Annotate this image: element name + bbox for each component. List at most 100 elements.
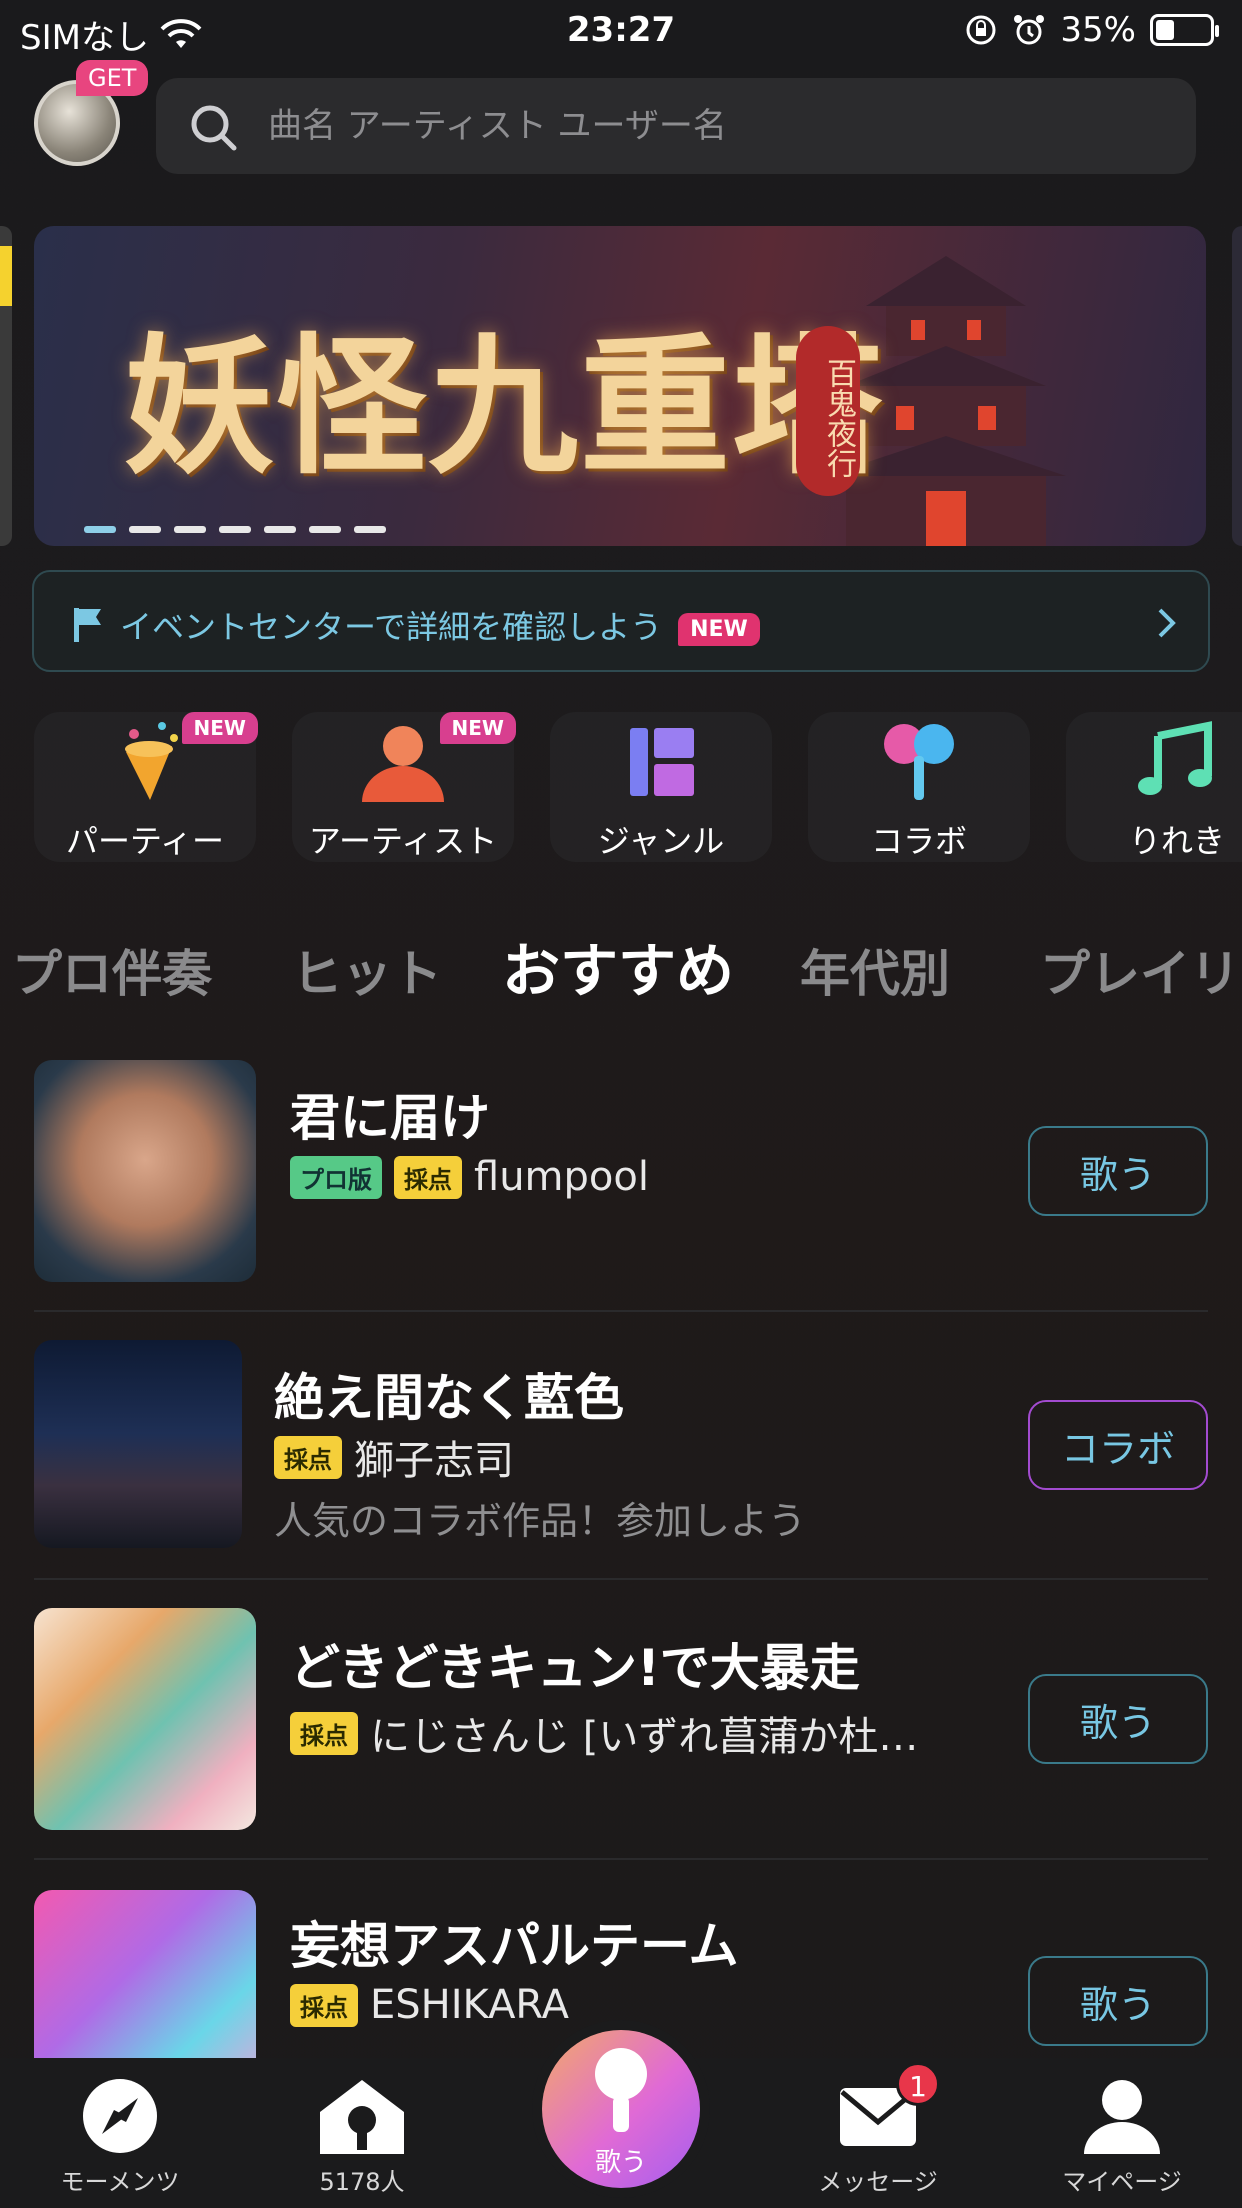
nav-label: マイページ [1062, 2168, 1182, 2196]
song-tabs: プロ伴奏 ヒット おすすめ 年代別 プレイリ [0, 924, 1242, 1006]
score-tag: 採点 [290, 1983, 358, 2027]
banner-dot [129, 526, 161, 533]
category-party[interactable]: NEW パーティー [34, 712, 258, 862]
sing-button[interactable]: 歌う [1028, 1126, 1208, 1216]
alarm-icon [1014, 15, 1045, 45]
tab-pro-accompaniment[interactable]: プロ伴奏 [12, 934, 212, 1006]
sing-label: 歌う [594, 2148, 647, 2178]
category-collab[interactable]: コラボ [808, 712, 1030, 862]
event-banner[interactable]: 妖怪九重塔 百鬼夜行 [34, 226, 1206, 546]
song-artist: flumpool [474, 1154, 649, 1200]
previous-banner-peek[interactable] [0, 226, 12, 546]
message-count-badge: 1 [896, 2062, 940, 2106]
new-badge: NEW [678, 612, 760, 646]
person-icon [1084, 2080, 1160, 2154]
new-badge: NEW [439, 712, 516, 744]
banner-dot [309, 526, 341, 533]
tab-by-era[interactable]: 年代別 [800, 934, 950, 1006]
sing-center-button[interactable]: 歌う [542, 2030, 700, 2188]
song-thumbnail [34, 1060, 256, 1282]
song-title: 絶え間なく藍色 [274, 1369, 624, 1427]
search-input[interactable] [268, 100, 1148, 152]
song-meta: 採点 ESHIKARA [290, 1982, 569, 2028]
rotation-lock-icon [966, 15, 996, 45]
category-label: コラボ [870, 822, 967, 860]
song-title: 君に届け [290, 1089, 490, 1147]
song-artist: にじさんじ [いずれ菖蒲か杜… [370, 1714, 919, 1760]
divider [34, 1578, 1208, 1580]
sing-button[interactable]: 歌う [1028, 1674, 1208, 1764]
nav-room[interactable]: 5178人 [262, 2058, 462, 2208]
banner-dot [354, 526, 386, 533]
event-center-text: イベントセンターで詳細を確認しよう NEW [120, 602, 760, 648]
collab-button[interactable]: コラボ [1028, 1400, 1208, 1490]
tab-hits[interactable]: ヒット [292, 934, 442, 1006]
banner-dot [264, 526, 296, 533]
divider [34, 1858, 1208, 1860]
song-thumbnail [34, 1340, 242, 1548]
new-badge: NEW [181, 712, 258, 744]
song-row[interactable]: 君に届け プロ版 採点 flumpool 歌う [34, 1060, 1208, 1282]
banner-dot [174, 526, 206, 533]
sing-button[interactable]: 歌う [1028, 1956, 1208, 2046]
song-title: 妄想アスパルテーム [290, 1917, 739, 1975]
nav-messages[interactable]: 1 メッセージ [778, 2058, 978, 2208]
category-label: りれき [1128, 822, 1225, 860]
song-thumbnail [34, 1608, 256, 1830]
compass-icon [83, 2079, 157, 2153]
tab-recommended[interactable]: おすすめ [502, 924, 734, 1008]
music-note-icon [1138, 721, 1212, 795]
divider [34, 1310, 1208, 1312]
song-meta: 採点 にじさんじ [いずれ菖蒲か杜… [290, 1704, 918, 1762]
nav-label: 5178人 [319, 2168, 405, 2196]
nav-mypage[interactable]: マイページ [1022, 2058, 1222, 2208]
search-bar[interactable] [156, 78, 1196, 174]
score-tag: 採点 [394, 1155, 462, 1199]
get-badge: GET [76, 60, 149, 96]
envelope-icon [840, 2088, 916, 2146]
banner-dot [84, 526, 116, 533]
category-label: パーティー [65, 822, 225, 860]
collab-mic-icon [884, 724, 954, 800]
status-bar: SIMなし 23:27 35% [0, 0, 1242, 62]
category-label: ジャンル [597, 822, 725, 860]
banner-title: 妖怪九重塔 [124, 319, 885, 495]
banner-dot [219, 526, 251, 533]
battery-percent: 35% [1060, 10, 1136, 50]
song-title: どきどきキュン!で大暴走 [290, 1639, 860, 1697]
event-center-link[interactable]: イベントセンターで詳細を確認しよう NEW [32, 570, 1210, 672]
banner-pagination [84, 526, 386, 533]
category-row: NEW パーティー NEW アーティスト ジャンル コラボ りれき [34, 712, 1242, 862]
house-icon [320, 2080, 404, 2154]
score-tag: 採点 [290, 1711, 358, 1755]
category-history[interactable]: りれき [1066, 712, 1242, 862]
event-center-label: イベントセンターで詳細を確認しよう [120, 608, 663, 646]
pro-tag: プロ版 [290, 1155, 382, 1199]
score-tag: 採点 [274, 1435, 342, 1479]
category-label: アーティスト [308, 822, 498, 860]
song-artist: ESHIKARA [370, 1982, 569, 2028]
next-banner-peek[interactable] [1232, 226, 1242, 546]
flag-icon [74, 608, 101, 642]
battery-icon [1150, 14, 1219, 46]
song-artist: 獅子志司 [354, 1438, 514, 1484]
song-meta: 採点 獅子志司 [274, 1428, 514, 1486]
song-thumbnail [34, 1890, 256, 2058]
nav-label: モーメンツ [60, 2168, 180, 2196]
chevron-right-icon [1158, 608, 1176, 638]
nav-moments[interactable]: モーメンツ [20, 2058, 220, 2208]
status-right: 35% [964, 10, 1219, 50]
song-row[interactable]: どきどきキュン!で大暴走 採点 にじさんじ [いずれ菖蒲か杜… 歌う [34, 1608, 1208, 1830]
category-artist[interactable]: NEW アーティスト [292, 712, 516, 862]
banner-subtitle: 百鬼夜行 [796, 326, 860, 496]
song-row[interactable]: 絶え間なく藍色 採点 獅子志司 人気のコラボ作品！参加しよう コラボ [34, 1340, 1208, 1550]
genre-grid-icon [630, 728, 694, 796]
nav-label: メッセージ [818, 2168, 938, 2196]
tab-playlist[interactable]: プレイリ [1040, 934, 1240, 1006]
category-genre[interactable]: ジャンル [550, 712, 772, 862]
profile-avatar-button[interactable]: GET [34, 60, 149, 170]
search-icon [191, 105, 237, 151]
song-subtitle: 人気のコラボ作品！参加しよう [274, 1499, 807, 1543]
microphone-icon [595, 2048, 647, 2132]
song-meta: プロ版 採点 flumpool [290, 1154, 649, 1200]
